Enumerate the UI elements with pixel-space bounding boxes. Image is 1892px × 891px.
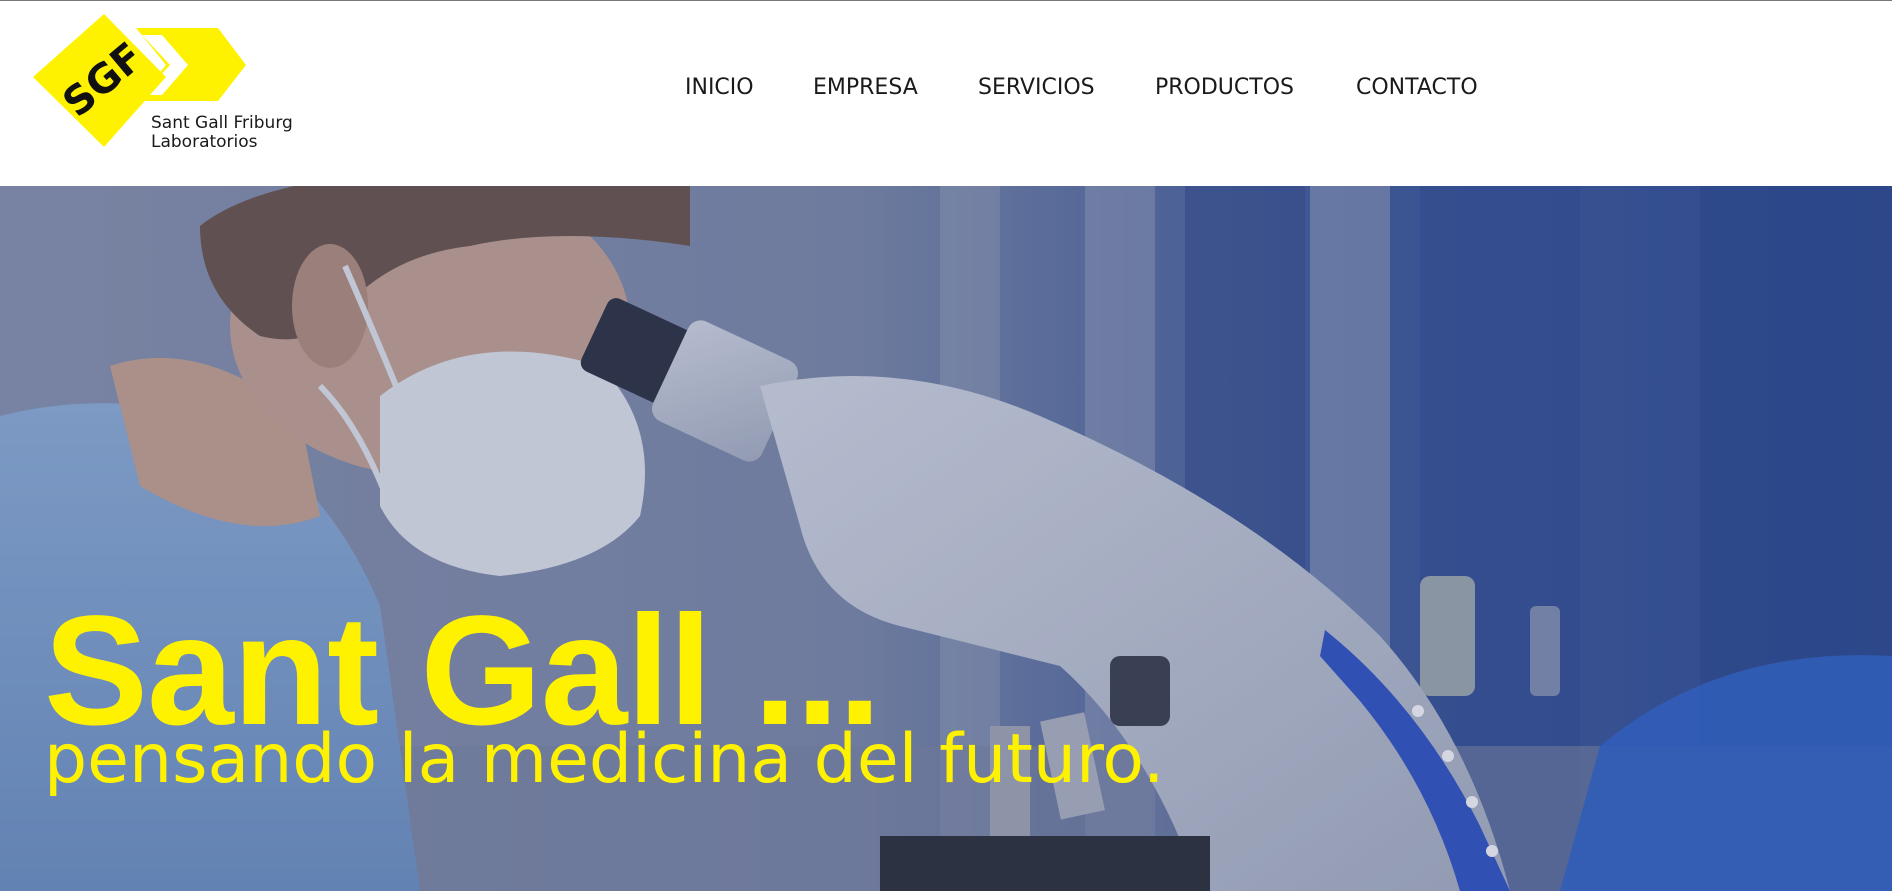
hero-subtitle: pensando la medicina del futuro. bbox=[44, 720, 1165, 799]
nav-item-empresa[interactable]: EMPRESA bbox=[813, 74, 918, 102]
nav-item-servicios[interactable]: SERVICIOS bbox=[978, 74, 1095, 102]
nav-item-productos[interactable]: PRODUCTOS bbox=[1155, 74, 1294, 102]
logo-company-name: Sant Gall Friburg bbox=[151, 113, 293, 133]
nav-item-inicio[interactable]: INICIO bbox=[685, 74, 754, 102]
nav-item-contacto[interactable]: CONTACTO bbox=[1356, 74, 1478, 102]
site-logo[interactable]: SGF Sant Gall Friburg Laboratorios bbox=[30, 11, 320, 161]
logo-company-subtitle: Laboratorios bbox=[151, 132, 258, 152]
hero-banner: Sant Gall ... pensando la medicina del f… bbox=[0, 186, 1892, 891]
site-header: SGF Sant Gall Friburg Laboratorios INICI… bbox=[0, 1, 1892, 186]
